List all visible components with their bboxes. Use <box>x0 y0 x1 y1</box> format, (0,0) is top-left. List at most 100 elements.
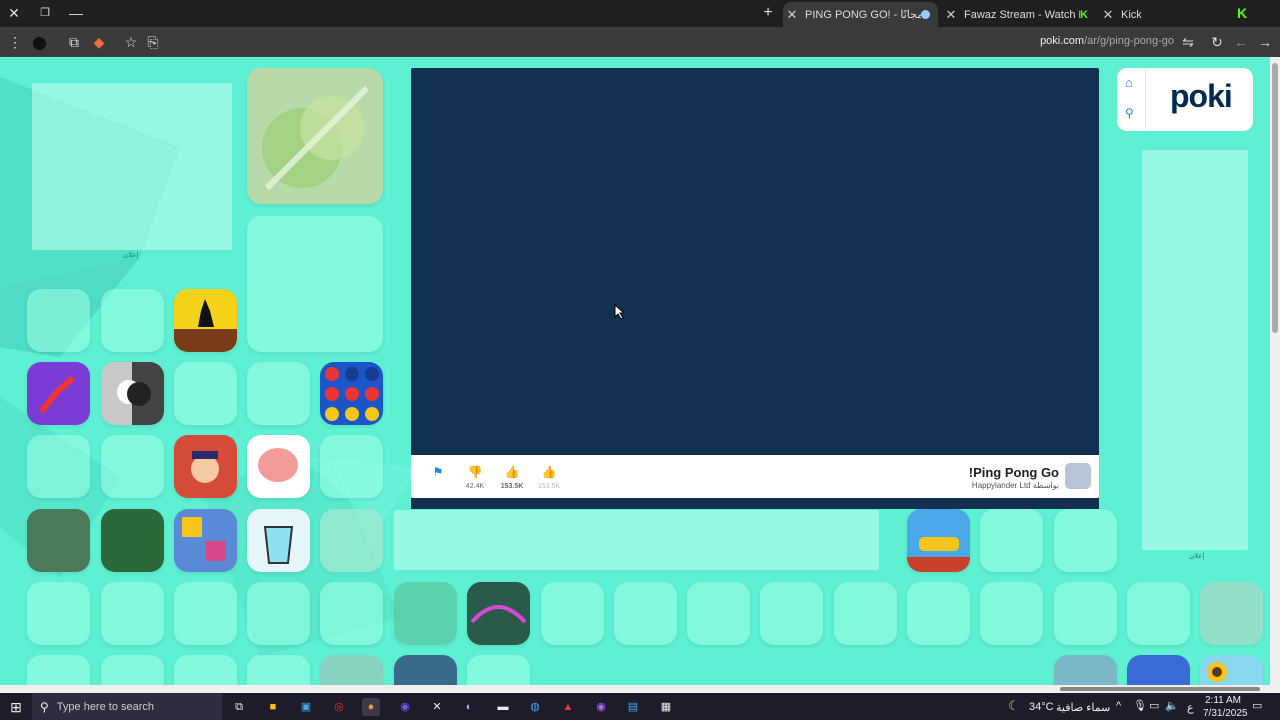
reload-icon[interactable]: ↻ <box>1207 32 1227 52</box>
game-tile-racing[interactable] <box>907 509 970 572</box>
game-tile-sunflower[interactable] <box>1200 655 1263 685</box>
game-tile[interactable] <box>27 655 90 685</box>
game-tile-tunnel[interactable] <box>394 582 457 645</box>
restore-window-icon[interactable]: ❐ <box>35 4 55 22</box>
game-tile-subway-surfers[interactable] <box>174 435 237 498</box>
steam-icon[interactable]: ◐ <box>460 698 478 716</box>
report-flag-icon[interactable]: ⚑ <box>426 465 450 479</box>
game-tile-blocks[interactable] <box>174 509 237 572</box>
game-tile[interactable] <box>1054 655 1117 685</box>
close-window-icon[interactable]: ✕ <box>4 4 24 22</box>
poki-logo[interactable]: poki <box>1170 78 1233 115</box>
back-icon[interactable]: ← <box>1231 32 1251 52</box>
game-tile[interactable] <box>174 655 237 685</box>
game-tile[interactable] <box>320 655 383 685</box>
game-tile[interactable] <box>247 582 310 645</box>
new-tab-button[interactable]: + <box>758 4 778 22</box>
game-tile-shooter[interactable] <box>27 509 90 572</box>
forward-icon[interactable]: → <box>1255 32 1275 52</box>
site-settings-icon[interactable]: ⇋ <box>1178 32 1198 52</box>
like-icon[interactable]: 👍 <box>500 465 524 479</box>
game-tile[interactable] <box>1127 655 1190 685</box>
game-tile[interactable] <box>980 582 1043 645</box>
app-icon[interactable]: ◍ <box>526 698 544 716</box>
language-indicator[interactable]: ع <box>1187 701 1194 714</box>
game-tile-fruit-ninja[interactable] <box>247 68 383 204</box>
game-tile-chess[interactable] <box>101 362 164 425</box>
game-tile[interactable] <box>907 582 970 645</box>
right-ad-slot[interactable] <box>1142 150 1248 550</box>
tab-ping-pong[interactable]: ✕ PING PONG GO! - الإنترنت مجانًا <box>783 2 938 27</box>
store-icon[interactable]: ▣ <box>297 698 315 716</box>
game-tile[interactable] <box>101 582 164 645</box>
app-icon[interactable]: ▲ <box>559 698 577 716</box>
scrollbar-thumb[interactable] <box>1272 63 1278 333</box>
clock-time[interactable]: 2:11 AM <box>1205 695 1241 706</box>
game-tile[interactable] <box>320 582 383 645</box>
windows-start-icon[interactable]: ⊞ <box>7 698 25 716</box>
game-tile[interactable] <box>27 582 90 645</box>
bottom-ad-slot[interactable] <box>394 510 879 570</box>
game-tile[interactable] <box>834 582 897 645</box>
game-tile[interactable] <box>541 582 604 645</box>
bookmark-star-icon[interactable]: ☆ <box>121 32 141 52</box>
menu-icon[interactable]: ⋮ <box>5 32 25 52</box>
minimize-window-icon[interactable]: — <box>66 4 86 22</box>
tab-kick[interactable]: ✕ Kick <box>1099 2 1219 27</box>
app-icon[interactable]: ▤ <box>624 698 642 716</box>
xbox-icon[interactable]: ✕ <box>428 698 446 716</box>
game-tile-happy-glass[interactable] <box>247 509 310 572</box>
network-icon[interactable]: ▭ <box>1149 699 1159 712</box>
game-tile-silhouette[interactable] <box>174 289 237 352</box>
game-tile-stickman[interactable] <box>27 362 90 425</box>
share-icon[interactable]: ⎘ <box>143 32 163 52</box>
game-canvas[interactable] <box>411 68 1099 509</box>
game-tile-car[interactable] <box>320 509 383 572</box>
discord-icon[interactable]: ◉ <box>396 698 414 716</box>
app-icon[interactable]: ◎ <box>330 698 348 716</box>
close-tab-icon[interactable]: ✕ <box>1099 7 1117 23</box>
left-ad-slot[interactable] <box>32 83 232 250</box>
game-tile[interactable] <box>247 655 310 685</box>
game-tile[interactable] <box>1054 582 1117 645</box>
profile-icon[interactable] <box>29 32 49 52</box>
game-tile[interactable] <box>27 435 90 498</box>
chrome-icon[interactable]: ● <box>362 698 380 716</box>
game-tile[interactable] <box>247 216 383 352</box>
game-tile[interactable] <box>980 509 1043 572</box>
scrollbar-thumb[interactable] <box>1060 687 1260 691</box>
address-bar[interactable]: poki.com/ar/g/ping-pong-go <box>1040 35 1174 47</box>
microphone-icon[interactable]: 🎙 <box>1133 699 1147 712</box>
game-tile[interactable] <box>1127 582 1190 645</box>
game-tile[interactable] <box>101 655 164 685</box>
app-icon[interactable]: ▬ <box>494 698 512 716</box>
vertical-scrollbar[interactable] <box>1270 57 1280 685</box>
game-tile[interactable] <box>174 582 237 645</box>
volume-icon[interactable]: 🔈 <box>1165 699 1179 712</box>
dislike-icon[interactable]: 👎 <box>463 465 487 479</box>
game-tile[interactable] <box>27 289 90 352</box>
close-tab-icon[interactable]: ✕ <box>783 7 801 23</box>
close-tab-icon[interactable]: ✕ <box>942 7 960 23</box>
kick-extension-icon[interactable]: K <box>1232 4 1252 22</box>
file-explorer-icon[interactable]: ■ <box>264 698 282 716</box>
game-tile[interactable] <box>467 655 530 685</box>
tray-chevron-icon[interactable]: ^ <box>1116 700 1121 712</box>
game-tile[interactable] <box>687 582 750 645</box>
game-tile[interactable] <box>760 582 823 645</box>
game-tile-tunnel-run[interactable] <box>467 582 530 645</box>
app-icon[interactable]: ▦ <box>657 698 675 716</box>
game-tile[interactable] <box>247 362 310 425</box>
game-tile[interactable] <box>101 435 164 498</box>
task-view-icon[interactable]: ⧉ <box>230 698 248 716</box>
game-tile[interactable] <box>320 435 383 498</box>
clock-date[interactable]: 7/31/2025 <box>1203 708 1248 719</box>
tab-fawaz-stream[interactable]: ✕ Fawaz Stream - Watch Live on Kick K <box>942 2 1094 27</box>
horizontal-scrollbar[interactable] <box>0 685 1280 693</box>
game-tile[interactable] <box>101 289 164 352</box>
game-tile-brain-test[interactable] <box>247 435 310 498</box>
game-tile-connect-four[interactable] <box>320 362 383 425</box>
extensions-icon[interactable]: ⧉ <box>64 32 84 52</box>
game-tile-football[interactable] <box>101 509 164 572</box>
brave-shield-icon[interactable]: ◆ <box>89 32 109 52</box>
